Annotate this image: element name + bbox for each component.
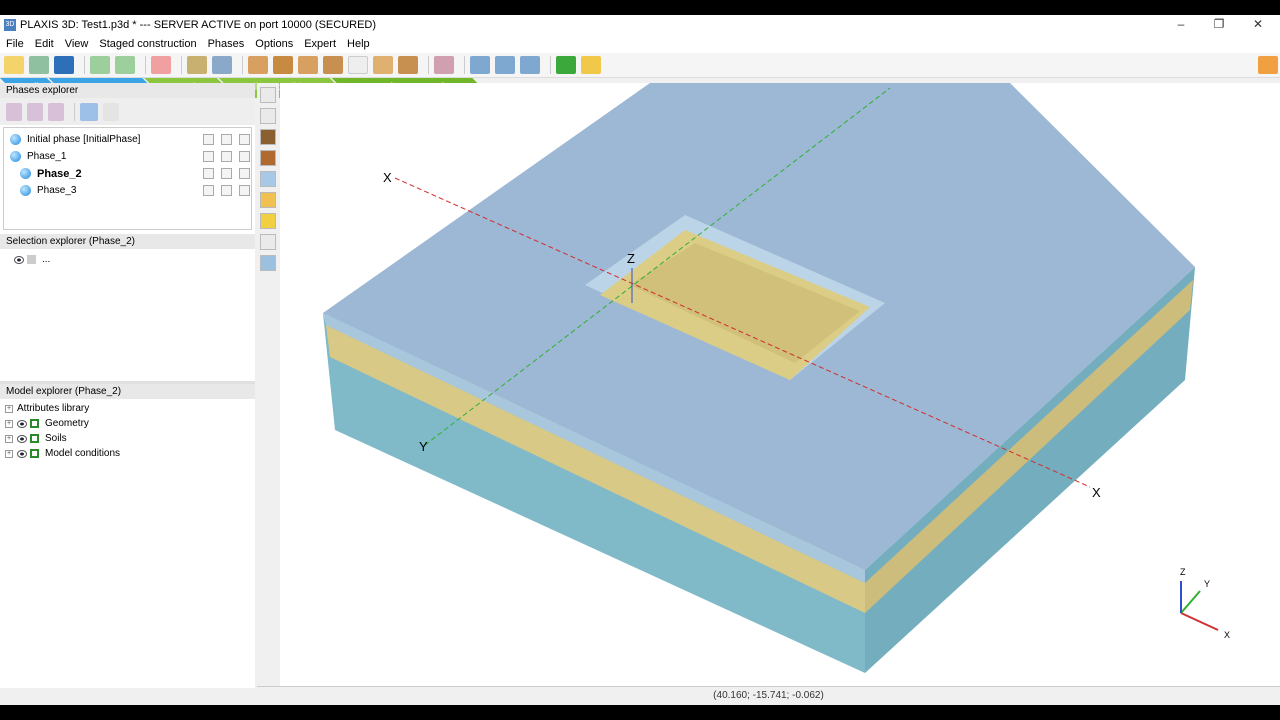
restore-button[interactable]: ❐ [1204,17,1234,31]
import-icon[interactable] [187,56,207,74]
phase-item-selected[interactable]: Phase_2 [4,165,251,182]
menu-phases[interactable]: Phases [208,38,245,50]
change-materials-icon[interactable] [260,150,276,166]
phase-item[interactable]: Initial phase [InitialPhase] [4,131,251,148]
phase-item[interactable]: Phase_3 [4,182,251,199]
model-explorer-title: Model explorer (Phase_2) [0,384,255,399]
minimize-button[interactable]: – [1166,17,1196,31]
menu-file[interactable]: File [6,38,24,50]
view-bottom-icon[interactable] [398,56,418,74]
delete-icon[interactable] [151,56,171,74]
selection-tree: ... [0,249,255,384]
insert-phase-icon[interactable] [27,102,43,121]
view-top-icon[interactable] [298,56,318,74]
save-icon[interactable] [54,56,74,74]
menu-staged-construction[interactable]: Staged construction [99,38,196,50]
zoom-extents-icon[interactable] [520,56,540,74]
function-icon[interactable] [260,234,276,250]
view-house-icon[interactable] [248,56,268,74]
phase-info-icon[interactable] [260,171,276,187]
svg-text:Y: Y [1204,579,1210,589]
model-item-geometry[interactable]: + Geometry [0,416,255,431]
zoom-in-icon[interactable] [470,56,490,74]
menu-help[interactable]: Help [347,38,370,50]
zoom-out-icon[interactable] [495,56,515,74]
axis-triad: X Y Z [1180,567,1230,640]
app-icon: 3D [4,19,16,31]
menu-expert[interactable]: Expert [304,38,336,50]
status-bar: (40.160; -15.741; -0.062) [257,686,1280,703]
phase-item[interactable]: Phase_1 [4,148,251,165]
z-axis-label: Z [627,251,635,266]
vertical-toolbar [257,83,279,683]
open-project-icon[interactable] [29,56,49,74]
copy-phase-icon[interactable] [103,102,119,121]
menu-edit[interactable]: Edit [35,38,54,50]
print-icon[interactable] [212,56,232,74]
filter-icon[interactable] [260,213,276,229]
svg-text:Z: Z [1180,567,1186,577]
svg-text:X: X [1224,630,1230,640]
title-bar: 3D PLAXIS 3D: Test1.p3d * --- SERVER ACT… [0,15,1280,35]
rotate-icon[interactable] [434,56,454,74]
close-button[interactable]: ✕ [1243,17,1273,31]
query-icon[interactable] [260,255,276,271]
select-icon[interactable] [260,87,276,103]
3d-viewport[interactable]: X X Y Z X Y Z [280,83,1280,686]
model-item-soils[interactable]: + Soils [0,431,255,446]
new-project-icon[interactable] [4,56,24,74]
menu-options[interactable]: Options [255,38,293,50]
show-materials-icon[interactable] [260,129,276,145]
x-axis-label-start: X [383,170,392,185]
phases-explorer-title: Phases explorer [0,83,255,98]
toolbar [0,53,1280,78]
menu-bar: File Edit View Staged construction Phase… [0,35,1280,53]
material-icon [27,255,36,264]
view-selection-icon[interactable] [260,192,276,208]
left-panels: Phases explorer Initial phase [InitialPh… [0,83,255,688]
model-item-model-conditions[interactable]: + Model conditions [0,446,255,461]
model-item-attributes[interactable]: + Attributes library [0,401,255,416]
view-front-icon[interactable] [273,56,293,74]
add-phase-icon[interactable] [6,102,22,121]
view-side-icon[interactable] [323,56,343,74]
edit-phase-icon[interactable] [80,102,98,121]
orbit-icon[interactable] [581,56,601,74]
eye-icon[interactable] [14,255,24,264]
pan-icon[interactable] [556,56,576,74]
redo-icon[interactable] [115,56,135,74]
menu-view[interactable]: View [65,38,89,50]
view-back-icon[interactable] [373,56,393,74]
phases-tree: Initial phase [InitialPhase] Phase_1 Pha… [3,127,252,230]
cursor-coordinates: (40.160; -15.741; -0.062) [713,690,824,701]
window-title: PLAXIS 3D: Test1.p3d * --- SERVER ACTIVE… [20,19,377,31]
undo-icon[interactable] [90,56,110,74]
select-rectangle-icon[interactable] [260,108,276,124]
x-axis-label-end: X [1092,485,1101,500]
y-axis-label: Y [419,439,428,454]
selection-explorer-title: Selection explorer (Phase_2) [0,234,255,249]
view-box-icon[interactable] [348,56,368,74]
3d-logo-icon [1258,56,1278,74]
model-tree: + Attributes library + Geometry + Soils + Mo… [0,399,255,461]
model-view[interactable]: X X Y Z X Y Z [280,83,1280,686]
delete-phase-icon[interactable] [48,102,64,121]
